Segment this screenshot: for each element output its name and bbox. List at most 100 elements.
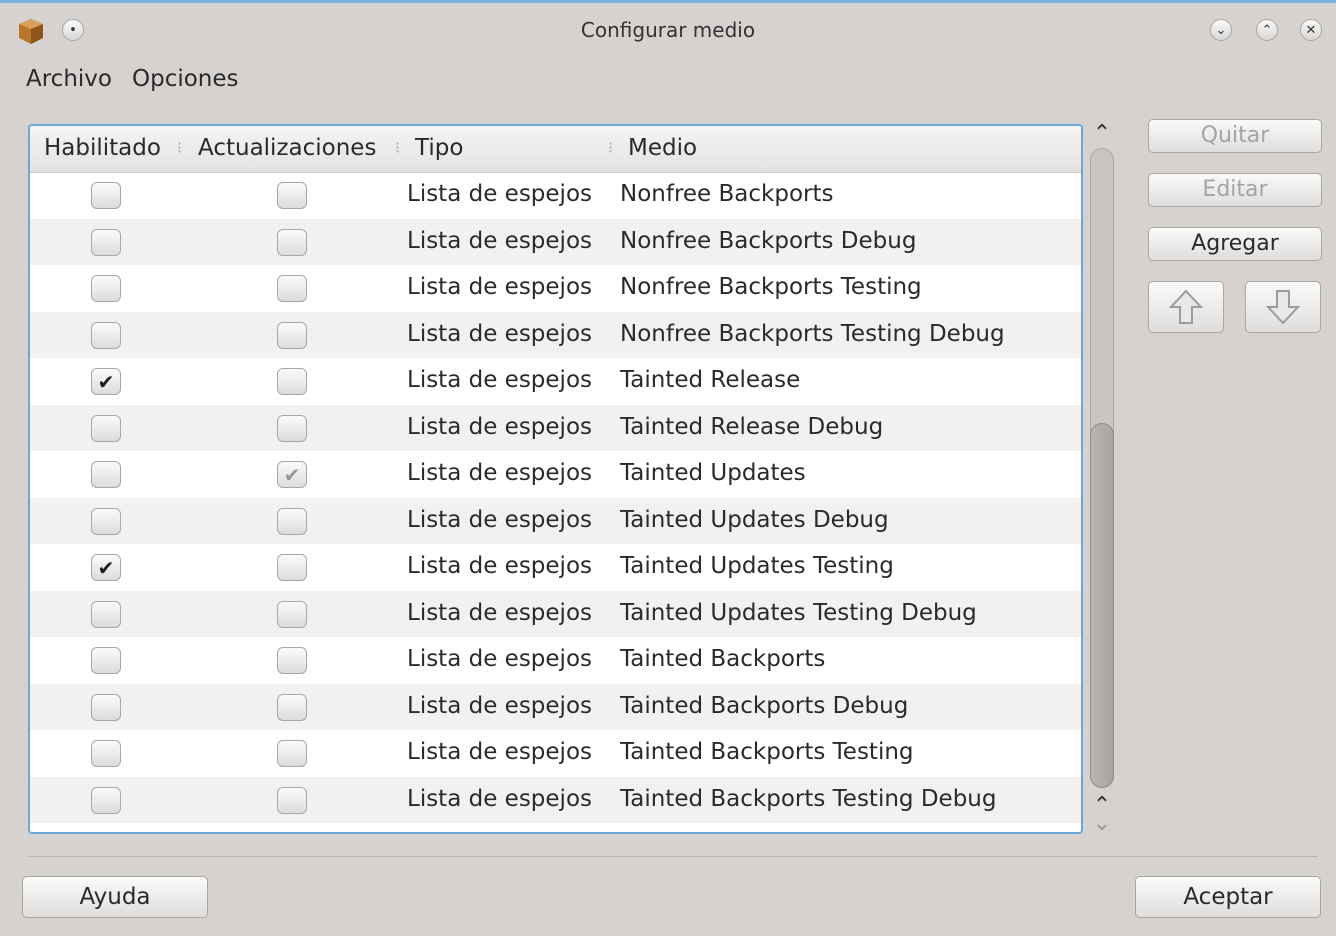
type-cell: Lista de espejos (407, 413, 592, 440)
updates-checkbox[interactable] (277, 507, 307, 535)
enabled-checkbox[interactable] (91, 414, 121, 442)
table-row[interactable]: Lista de espejos Tainted Updates Testing … (30, 590, 1081, 637)
medium-cell: Tainted Updates (620, 460, 806, 486)
updates-checkbox[interactable] (277, 647, 307, 674)
move-down-button[interactable] (1245, 281, 1321, 333)
scrollbar-handle[interactable] (1090, 423, 1114, 788)
column-separator[interactable]: ⁝ (608, 138, 613, 157)
medium-cell: Nonfree Backports Debug (620, 227, 917, 254)
type-cell: Lista de espejos (407, 460, 592, 486)
medium-cell: Tainted Updates Testing (620, 553, 894, 579)
minimize-button[interactable]: ⌄ (1210, 19, 1232, 41)
enabled-checkbox[interactable] (91, 182, 121, 209)
type-cell: Lista de espejos (407, 646, 592, 672)
type-cell: Lista de espejos (407, 599, 592, 626)
help-button[interactable]: Ayuda (22, 876, 208, 918)
column-header-tipo[interactable]: Tipo (415, 135, 463, 161)
list-header: Habilitado ⁝ Actualizaciones ⁝ Tipo ⁝ Me… (30, 126, 1081, 173)
add-button[interactable]: Agregar (1148, 227, 1322, 261)
enabled-checkbox[interactable] (91, 786, 121, 814)
table-row[interactable]: ✔ Lista de espejos Tainted Updates (30, 451, 1081, 497)
table-row[interactable]: Lista de espejos Tainted Release Debug (30, 404, 1081, 451)
title-bar: • Configurar medio ⌄ ⌃ ✕ (0, 3, 1336, 53)
enabled-checkbox[interactable] (91, 740, 121, 767)
updates-checkbox[interactable] (277, 182, 307, 209)
type-cell: Lista de espejos (407, 506, 592, 533)
enabled-checkbox[interactable] (91, 228, 121, 256)
updates-checkbox[interactable] (277, 321, 307, 349)
type-cell: Lista de espejos (407, 227, 592, 254)
enabled-checkbox[interactable] (91, 321, 121, 349)
medium-cell: Tainted Release Debug (620, 413, 884, 440)
updates-checkbox[interactable] (277, 228, 307, 256)
type-cell: Lista de espejos (407, 692, 592, 719)
medium-cell: Nonfree Backports (620, 181, 834, 207)
medium-cell: Tainted Updates Debug (620, 506, 889, 533)
medium-cell: Nonfree Backports Testing (620, 274, 922, 300)
table-row[interactable]: ✔ Lista de espejos Tainted Release (30, 358, 1081, 404)
column-header-habilitado[interactable]: Habilitado (44, 135, 161, 161)
media-list[interactable]: Habilitado ⁝ Actualizaciones ⁝ Tipo ⁝ Me… (28, 124, 1083, 834)
enabled-checkbox[interactable] (91, 461, 121, 488)
table-row[interactable]: Lista de espejos Tainted Backports Debug (30, 683, 1081, 730)
medium-cell: Tainted Updates Testing Debug (620, 599, 977, 626)
enabled-checkbox[interactable] (91, 693, 121, 721)
menu-opciones[interactable]: Opciones (122, 62, 249, 102)
enabled-checkbox[interactable]: ✔ (91, 368, 121, 395)
table-row[interactable]: Lista de espejos Tainted Updates Debug (30, 497, 1081, 544)
updates-checkbox[interactable] (277, 414, 307, 442)
medium-cell: Tainted Backports Testing (620, 739, 914, 765)
medium-cell: Tainted Backports Testing Debug (620, 785, 997, 812)
type-cell: Lista de espejos (407, 320, 592, 347)
column-header-medio[interactable]: Medio (628, 135, 697, 161)
type-cell: Lista de espejos (407, 553, 592, 579)
scroll-down-arrow[interactable]: ⌄ (1090, 813, 1114, 835)
type-cell: Lista de espejos (407, 785, 592, 812)
table-row[interactable]: Lista de espejos Tainted Backports (30, 637, 1081, 683)
updates-checkbox[interactable]: ✔ (277, 461, 307, 488)
medium-cell: Nonfree Backports Testing Debug (620, 320, 1005, 347)
column-separator[interactable]: ⁝ (395, 138, 400, 157)
arrow-up-icon (1168, 289, 1204, 324)
updates-checkbox[interactable] (277, 786, 307, 814)
enabled-checkbox[interactable] (91, 507, 121, 535)
scroll-up-arrow[interactable]: ⌃ (1090, 123, 1114, 145)
menu-archivo[interactable]: Archivo (16, 62, 122, 102)
updates-checkbox[interactable] (277, 693, 307, 721)
table-row[interactable]: Lista de espejos Nonfree Backports Testin… (30, 265, 1081, 311)
move-up-button[interactable] (1148, 281, 1224, 333)
table-row[interactable]: Lista de espejos Tainted Backports Testin… (30, 730, 1081, 776)
enabled-checkbox[interactable] (91, 275, 121, 302)
remove-button[interactable]: Quitar (1148, 119, 1322, 153)
table-row[interactable]: Lista de espejos Nonfree Backports Debug (30, 218, 1081, 265)
arrow-down-icon (1265, 290, 1301, 325)
updates-checkbox[interactable] (277, 554, 307, 581)
close-button[interactable]: ✕ (1300, 19, 1322, 41)
chevron-up-icon: ⌃ (1261, 22, 1273, 38)
type-cell: Lista de espejos (407, 739, 592, 765)
table-row[interactable]: Lista de espejos Tainted Backports Testin… (30, 776, 1081, 823)
menu-bar: Archivo Opciones (16, 62, 249, 102)
window-title: Configurar medio (580, 18, 756, 42)
updates-checkbox[interactable] (277, 368, 307, 395)
column-separator[interactable]: ⁝ (177, 138, 182, 157)
table-row[interactable]: Lista de espejos Nonfree Backports Testin… (30, 311, 1081, 358)
type-cell: Lista de espejos (407, 274, 592, 300)
type-cell: Lista de espejos (407, 181, 592, 207)
table-row[interactable]: ✔ Lista de espejos Tainted Updates Testing (30, 544, 1081, 590)
maximize-button[interactable]: ⌃ (1256, 19, 1278, 41)
edit-button[interactable]: Editar (1148, 173, 1322, 207)
updates-checkbox[interactable] (277, 740, 307, 767)
updates-checkbox[interactable] (277, 275, 307, 302)
enabled-checkbox[interactable] (91, 600, 121, 628)
column-header-actualizaciones[interactable]: Actualizaciones (198, 135, 376, 161)
enabled-checkbox[interactable] (91, 647, 121, 674)
footer-divider (28, 856, 1318, 857)
enabled-checkbox[interactable]: ✔ (91, 554, 121, 581)
ok-button[interactable]: Aceptar (1135, 876, 1321, 918)
table-row[interactable]: Lista de espejos Nonfree Backports (30, 172, 1081, 218)
medium-cell: Tainted Backports Debug (620, 692, 909, 719)
updates-checkbox[interactable] (277, 600, 307, 628)
chevron-down-icon: ⌄ (1215, 22, 1227, 38)
medium-cell: Tainted Release (620, 367, 801, 393)
